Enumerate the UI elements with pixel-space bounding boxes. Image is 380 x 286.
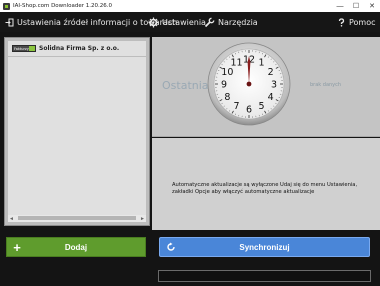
clock-number: 1	[258, 58, 264, 69]
add-button[interactable]: + Dodaj	[6, 237, 146, 257]
status-bar	[0, 264, 380, 286]
gear-icon	[148, 17, 159, 27]
source-logo-mark	[29, 46, 35, 51]
refresh-icon	[160, 242, 182, 252]
scrollbar-thumb[interactable]	[18, 216, 136, 220]
last-sync-panel: Ostatnia 121234567891011 brak danych	[152, 37, 380, 137]
clock-number: 11	[230, 58, 242, 69]
horizontal-scrollbar[interactable]: ◄ ►	[8, 215, 146, 222]
menu-help-label: Pomoc	[349, 17, 376, 27]
maximize-button[interactable]: ☐	[348, 0, 364, 12]
sources-panel: Fakturzy Solidna Firma Sp. z o.o. ◄ ►	[4, 37, 150, 226]
clock-number: 4	[268, 92, 274, 103]
sources-list: Fakturzy Solidna Firma Sp. z o.o. ◄ ►	[8, 41, 146, 222]
sign-in-icon	[5, 18, 14, 26]
no-data-label: brak danych	[310, 82, 342, 88]
add-button-label: Dodaj	[64, 242, 88, 252]
scroll-left-icon[interactable]: ◄	[8, 215, 15, 222]
window-title: IAI-Shop.com Downloader 1.20.26.0	[13, 3, 113, 9]
clock-number: 3	[271, 79, 277, 90]
synchronize-button[interactable]: Synchronizuj	[159, 237, 370, 257]
menu-bar: Ustawienia źródeł informacji o towarach …	[0, 12, 380, 32]
title-bar: IAI-Shop.com Downloader 1.20.26.0 — ☐ ✕	[0, 0, 380, 12]
app-icon	[3, 2, 10, 10]
minimize-button[interactable]: —	[332, 0, 348, 12]
auto-update-message: Automatyczne aktualizacje są wyłączone U…	[172, 182, 358, 195]
clock-number: 6	[246, 104, 252, 115]
clock-number: 7	[233, 101, 239, 112]
clock-number: 2	[268, 67, 274, 78]
app-window: IAI-Shop.com Downloader 1.20.26.0 — ☐ ✕ …	[0, 0, 380, 286]
last-sync-label: Ostatnia	[162, 79, 209, 92]
clock-number: 5	[258, 101, 264, 112]
status-field	[158, 270, 371, 282]
menu-settings[interactable]: Ustawienia	[148, 12, 206, 32]
menu-tools-label: Narzędzia	[218, 17, 258, 27]
list-item[interactable]: Fakturzy Solidna Firma Sp. z o.o.	[8, 41, 146, 57]
source-logo-text: Fakturzy	[14, 46, 29, 51]
synchronize-label: Synchronizuj	[239, 242, 290, 252]
clock-icon: 121234567891011	[207, 42, 291, 126]
menu-help[interactable]: Pomoc	[337, 12, 376, 32]
question-icon	[338, 17, 345, 27]
clock-number: 9	[221, 79, 227, 90]
auto-update-panel: Automatyczne aktualizacje są wyłączone U…	[152, 138, 380, 230]
plus-icon: +	[13, 239, 21, 255]
menu-tools[interactable]: Narzędzia	[204, 12, 258, 32]
menu-settings-label: Ustawienia	[162, 17, 206, 27]
clock-center	[246, 81, 252, 87]
source-logo: Fakturzy	[12, 45, 36, 52]
wrench-icon	[204, 17, 215, 27]
close-button[interactable]: ✕	[364, 0, 380, 12]
source-name: Solidna Firma Sp. z o.o.	[39, 45, 120, 52]
scroll-right-icon[interactable]: ►	[139, 215, 146, 222]
clock-number: 8	[224, 92, 230, 103]
